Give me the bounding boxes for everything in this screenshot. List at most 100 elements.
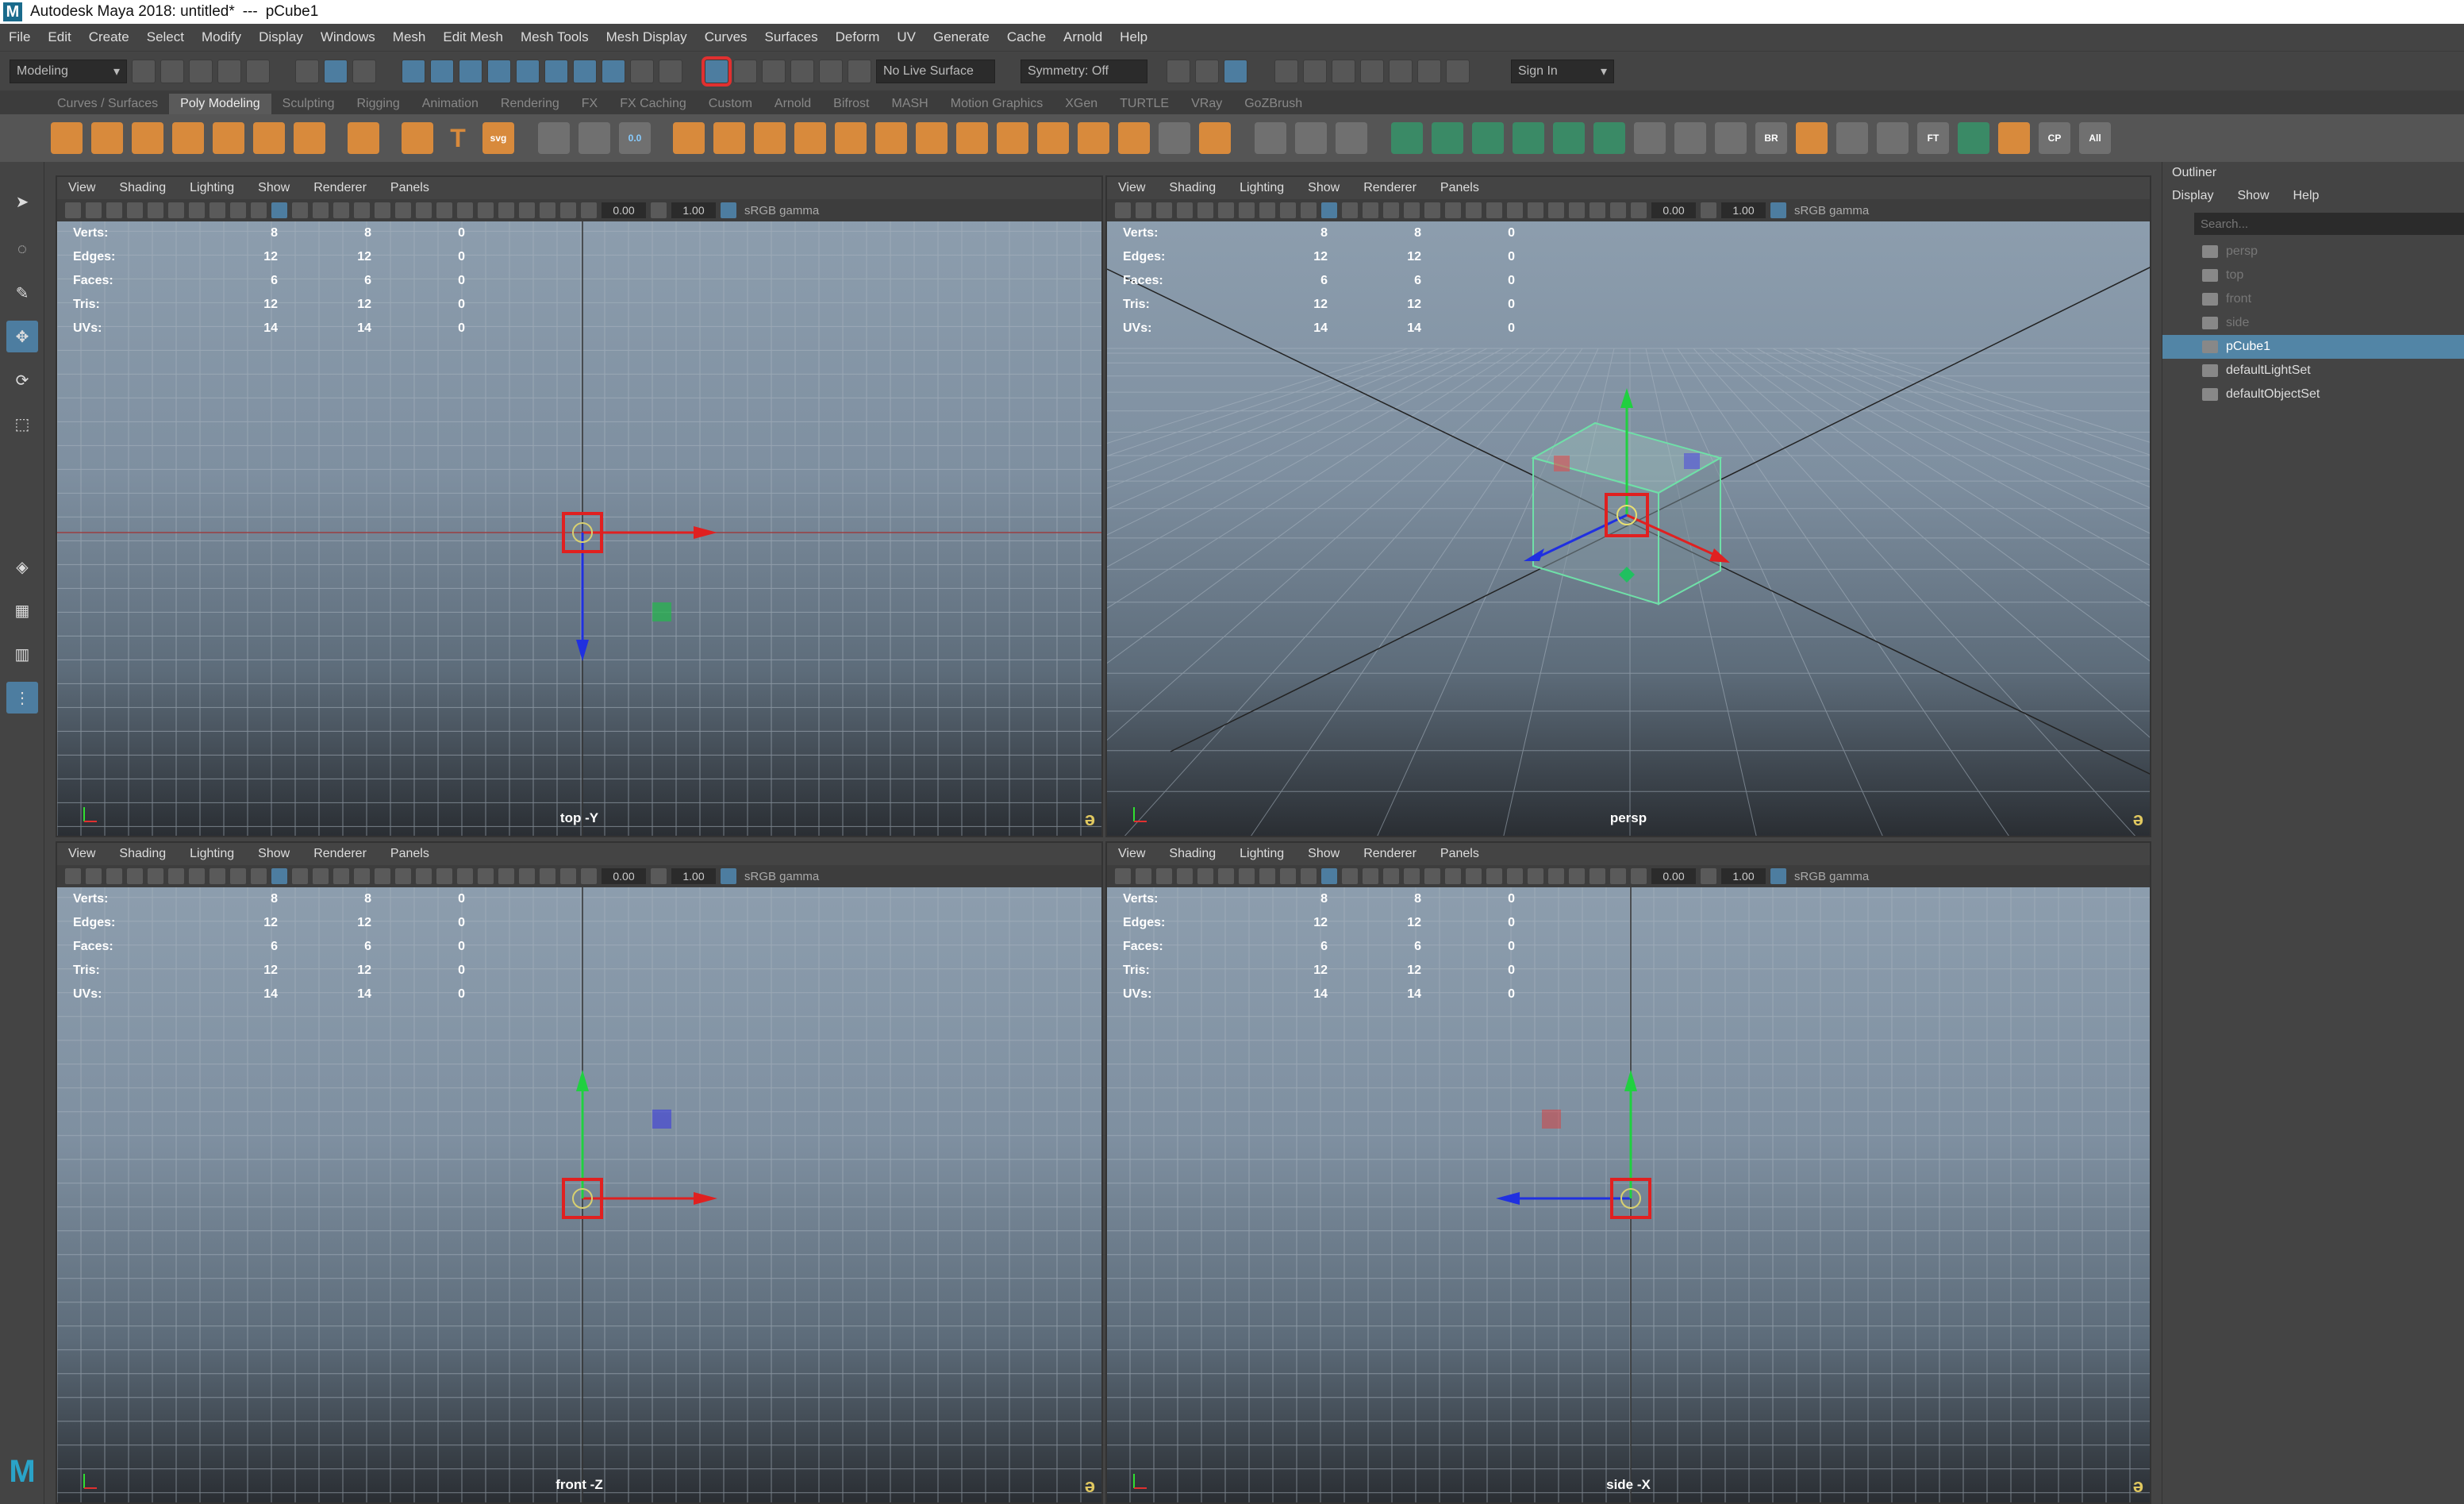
x-axis-handle[interactable] [694,1192,717,1205]
x-axis-handle[interactable] [694,526,717,539]
viewport-tool-icon[interactable] [86,202,102,218]
viewport-tool-icon[interactable] [1383,868,1399,884]
viewport-tool-icon[interactable] [1197,868,1213,884]
select-object-icon[interactable] [324,59,348,83]
outliner-item-top[interactable]: top [2162,263,2464,287]
shelf-tab-fx-caching[interactable]: FX Caching [609,94,698,114]
viewport-tool-icon[interactable] [1156,202,1172,218]
viewport-tool-icon[interactable] [1445,868,1461,884]
retopo-icon[interactable] [875,122,907,154]
lasso-tool-icon[interactable]: ◌ [6,233,38,265]
viewport-tool-icon[interactable] [168,202,184,218]
menu-select[interactable]: Select [138,29,193,45]
gamma-field[interactable]: 1.00 [671,202,716,218]
viewport-tool-icon[interactable] [209,868,225,884]
viewport-tool-icon[interactable] [1466,202,1482,218]
snap-point-icon[interactable] [459,59,482,83]
menu-file[interactable]: File [0,29,39,45]
poly-torus-icon[interactable] [213,122,244,154]
menu-generate[interactable]: Generate [924,29,998,45]
viewport-tool-icon[interactable] [251,868,267,884]
layout-icon[interactable] [1998,122,2030,154]
connect-icon[interactable] [1159,122,1190,154]
shelf-tab-custom[interactable]: Custom [698,94,763,114]
z-axis-handle[interactable] [1496,1192,1520,1205]
viewport-tool-icon[interactable] [416,868,432,884]
render-ipr-icon[interactable] [1332,59,1355,83]
viewport-menu-show[interactable]: Show [258,181,290,195]
viewcube-icon[interactable]: ǝ [2133,809,2143,831]
viewport-tool-icon[interactable] [1383,202,1399,218]
paint-select-icon[interactable] [819,59,843,83]
reduce-icon[interactable] [794,122,826,154]
z-axis-handle[interactable] [576,640,589,661]
viewport-tool-icon[interactable] [498,868,514,884]
viewport-tool-icon[interactable] [478,202,494,218]
viewport-menu-shading[interactable]: Shading [119,181,166,195]
viewport-tool-icon[interactable] [1342,868,1358,884]
outliner-menu-show[interactable]: Show [2237,189,2269,203]
four-view-icon[interactable]: ▦ [6,594,38,626]
lasso-icon[interactable] [733,59,757,83]
viewport-tool-icon[interactable] [333,868,349,884]
viewport-panel[interactable]: View Shading Lighting Show Renderer Panels 0.0… [56,175,1103,837]
combine-icon[interactable] [579,122,610,154]
viewcube-icon[interactable]: ǝ [2133,1475,2143,1498]
viewport-menu-show[interactable]: Show [1308,847,1340,861]
poly-cube-icon[interactable] [91,122,123,154]
viewport-menu-lighting[interactable]: Lighting [190,847,234,861]
viewport-tool-icon[interactable] [560,202,576,218]
viewport-menu-lighting[interactable]: Lighting [1240,181,1284,195]
render-view-icon[interactable] [1195,59,1219,83]
viewport-tool-icon[interactable] [1507,868,1523,884]
menu-edit-mesh[interactable]: Edit Mesh [434,29,512,45]
gamma-field[interactable]: 1.00 [1721,868,1766,884]
plane-handle-yz[interactable] [1542,1110,1561,1129]
viewport-tool-icon[interactable] [313,868,329,884]
viewport-tool-icon[interactable] [1589,868,1605,884]
scale-tool-icon[interactable]: ⬚ [6,408,38,440]
viewport-tool-icon[interactable] [148,868,163,884]
viewport-tool-icon[interactable] [354,202,370,218]
viewport-tool-icon[interactable] [1610,868,1626,884]
colorspace-label[interactable]: sRGB gamma [744,204,819,217]
soft-select-icon[interactable] [848,59,871,83]
outliner-search-input[interactable]: Search... [2194,213,2464,235]
viewport-tool-icon[interactable] [1404,868,1420,884]
color-management-icon[interactable] [721,868,736,884]
viewport-menu-view[interactable]: View [68,181,95,195]
viewport-tool-icon[interactable] [1466,868,1482,884]
bevel-alt-icon[interactable] [1118,122,1150,154]
side-by-side-icon[interactable]: ▥ [6,638,38,670]
outliner-layout-icon[interactable]: ⋮ [6,682,38,714]
outliner-item-persp[interactable]: persp [2162,240,2464,263]
viewport-menu-shading[interactable]: Shading [1169,181,1216,195]
viewport-tool-icon[interactable] [86,868,102,884]
viewport-tool-icon[interactable] [127,202,143,218]
menu-mesh-display[interactable]: Mesh Display [598,29,696,45]
menu-mesh-tools[interactable]: Mesh Tools [512,29,598,45]
outliner-menu-display[interactable]: Display [2172,189,2213,203]
viewport-tool-icon[interactable] [271,868,287,884]
platonic-solid-icon[interactable] [348,122,379,154]
outliner-item-defaultobjectset[interactable]: defaultObjectSet [2162,383,2464,406]
plane-handle-yz[interactable] [1684,453,1700,469]
viewport-tool-icon[interactable] [1631,202,1647,218]
color-management-icon[interactable] [1770,202,1786,218]
menu-surfaces[interactable]: Surfaces [756,29,827,45]
viewport-tool-icon[interactable] [1548,202,1564,218]
cp-icon[interactable]: CP [2039,122,2070,154]
sign-in-dropdown[interactable]: Sign In ▾ [1511,59,1614,83]
bevel-icon[interactable] [1078,122,1109,154]
gamma-field[interactable]: 1.00 [1721,202,1766,218]
outliner-item-front[interactable]: front [2162,287,2464,311]
viewport-tool-icon[interactable] [106,202,122,218]
viewport-tool-icon[interactable] [1363,202,1378,218]
target-weld-icon[interactable] [1295,122,1327,154]
select-component-icon[interactable] [352,59,376,83]
viewport-tool-icon[interactable] [1589,202,1605,218]
viewport-menu-renderer[interactable]: Renderer [1363,847,1417,861]
shelf-tab-xgen[interactable]: XGen [1054,94,1109,114]
viewport-tool-icon[interactable] [375,868,390,884]
viewport-tool-icon[interactable] [189,868,205,884]
